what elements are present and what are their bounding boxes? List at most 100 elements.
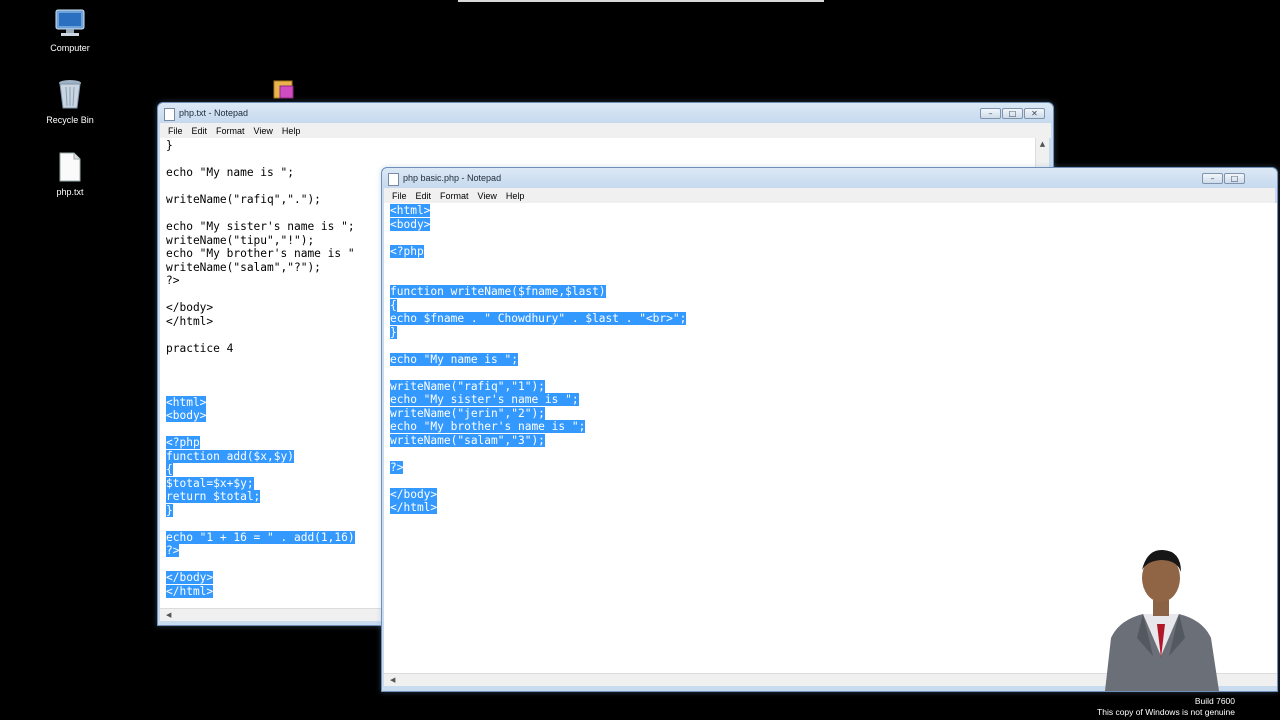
menu-format[interactable]: Format [440, 191, 469, 201]
menu-bar: File Edit Format View Help [160, 123, 1051, 138]
code-line-text: echo "My brother's name is " [166, 247, 355, 260]
notepad-icon [388, 173, 399, 186]
code-line: <html> [390, 204, 1277, 218]
code-line-text: writeName("rafiq","1"); [390, 379, 545, 393]
code-line-text: echo "My brother's name is "; [390, 420, 586, 433]
code-line-text: writeName("tipu","!"); [166, 233, 315, 247]
code-line-text: writeName("rafiq","."); [166, 193, 321, 206]
menu-file[interactable]: File [392, 191, 407, 201]
code-line-text: ?> [166, 274, 180, 287]
code-line: } [390, 325, 1277, 340]
code-line-text: </html> [166, 584, 214, 598]
title-bar[interactable]: php.txt - Notepad – □ ✕ [158, 103, 1053, 123]
window-title: php.txt - Notepad [179, 108, 249, 118]
code-line: </html> [390, 501, 1277, 515]
code-line-text: <body> [390, 217, 431, 231]
scroll-up-arrow-icon[interactable]: ▲ [1036, 140, 1049, 148]
code-line-text: writeName("salam","?"); [166, 260, 321, 274]
window-title: php basic.php - Notepad [403, 173, 502, 183]
scroll-left-arrow-icon[interactable]: ◀ [390, 676, 395, 684]
code-line-text: function writeName($fname,$last) [390, 285, 606, 298]
code-line-text: echo "My name is "; [390, 352, 518, 366]
desktop-icon-label: Recycle Bin [46, 115, 94, 125]
genuine-notice: This copy of Windows is not genuine [1097, 707, 1235, 717]
scroll-left-arrow-icon[interactable]: ◀ [166, 611, 171, 619]
text-file-icon [30, 152, 110, 184]
code-line-text: echo "1 + 16 = " . add(1,16) [166, 530, 355, 544]
computer-icon [30, 8, 110, 40]
code-line-text: <?php [166, 436, 200, 449]
recycle-bin-icon [30, 78, 110, 112]
minimize-button[interactable]: – [980, 108, 1001, 119]
folder-icon[interactable] [272, 78, 296, 104]
code-line-text: writeName("salam","3"); [390, 433, 545, 447]
desktop-icon-computer[interactable]: Computer [30, 8, 110, 53]
menu-bar: File Edit Format View Help [384, 188, 1275, 203]
code-line: echo $fname . " Chowdhury" . $last . "<b… [390, 312, 1277, 326]
code-line: echo "My brother's name is "; [390, 420, 1277, 434]
desktop-icon-label: php.txt [56, 187, 84, 197]
code-line: echo "My sister's name is "; [390, 393, 1277, 407]
build-number: Build 7600 [1194, 696, 1235, 706]
code-line: writeName("jerin","2"); [390, 406, 1277, 421]
code-line-text: <html> [166, 395, 207, 409]
maximize-button[interactable]: □ [1224, 173, 1245, 184]
code-line: { [390, 298, 1277, 313]
notepad-icon [164, 108, 175, 121]
menu-format[interactable]: Format [216, 126, 245, 136]
code-line-text: ?> [390, 460, 404, 474]
close-button[interactable]: ✕ [1024, 108, 1045, 119]
code-line: echo "My name is "; [390, 352, 1277, 367]
windows-watermark: Build 7600 This copy of Windows is not g… [1097, 696, 1235, 718]
maximize-button[interactable]: □ [1002, 108, 1023, 119]
code-line-text: echo $fname . " Chowdhury" . $last . "<b… [390, 312, 687, 325]
menu-edit[interactable]: Edit [192, 126, 208, 136]
code-text: <html> <body> <?php function writeName($fna… [384, 203, 1277, 515]
menu-view[interactable]: View [254, 126, 273, 136]
code-line-text: </body> [166, 301, 214, 314]
code-line-text: <?php [390, 244, 424, 258]
code-line-text: </body> [390, 487, 438, 501]
desktop-icon-php-txt[interactable]: php.txt [30, 152, 110, 197]
code-line: } [166, 139, 1049, 153]
code-line-text: echo "My name is "; [166, 166, 294, 179]
presenter-video-overlay [1097, 546, 1225, 691]
code-line: <body> [390, 217, 1277, 232]
top-edge-bar [458, 0, 824, 2]
code-line-text: echo "My sister's name is "; [166, 220, 355, 233]
code-line-text: ?> [166, 544, 180, 557]
code-line-text: </body> [166, 571, 214, 584]
code-line-text: } [390, 325, 397, 339]
code-line: writeName("salam","3"); [390, 433, 1277, 448]
minimize-button[interactable]: – [1202, 173, 1223, 184]
menu-help[interactable]: Help [506, 191, 525, 201]
code-line-text: } [166, 503, 173, 517]
code-line: function writeName($fname,$last) [390, 285, 1277, 299]
code-line-text: echo "My sister's name is "; [390, 393, 579, 406]
code-line-text: { [166, 463, 173, 476]
menu-help[interactable]: Help [282, 126, 301, 136]
code-line-text: <html> [390, 204, 431, 217]
code-line: <?php [390, 244, 1277, 259]
title-bar[interactable]: php basic.php - Notepad – □ [382, 168, 1277, 188]
menu-view[interactable]: View [478, 191, 497, 201]
code-line-text: </html> [390, 501, 438, 514]
menu-edit[interactable]: Edit [416, 191, 432, 201]
code-line-text: $total=$x+$y; [166, 476, 254, 490]
desktop-icon-label: Computer [50, 43, 90, 53]
desktop-icon-recycle-bin[interactable]: Recycle Bin [30, 78, 110, 125]
code-line-text: <body> [166, 409, 207, 422]
code-line-text: </html> [166, 314, 214, 328]
code-line-text: practice 4 [166, 341, 234, 355]
code-line-text: writeName("jerin","2"); [390, 406, 545, 420]
code-line: writeName("rafiq","1"); [390, 379, 1277, 394]
code-line-text: { [390, 298, 397, 312]
menu-file[interactable]: File [168, 126, 183, 136]
